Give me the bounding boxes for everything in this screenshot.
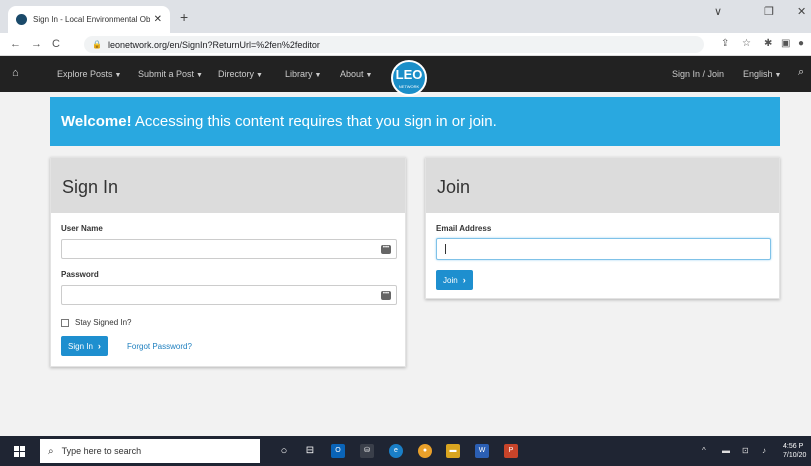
- clock-date: 7/10/20: [783, 452, 807, 459]
- powerpoint-icon[interactable]: P: [504, 444, 518, 458]
- word-icon[interactable]: W: [475, 444, 489, 458]
- stay-signed-in-label: Stay Signed In?: [75, 318, 132, 327]
- network-icon[interactable]: ⊡: [742, 446, 749, 455]
- minimize-icon[interactable]: ∨: [714, 5, 722, 18]
- welcome-banner: Welcome! Accessing this content requires…: [50, 97, 780, 146]
- caret-down-icon: ▼: [774, 72, 782, 79]
- tray-chevron-icon[interactable]: ^: [702, 446, 706, 455]
- search-icon[interactable]: ⌕: [798, 66, 804, 79]
- reload-icon[interactable]: C: [52, 38, 60, 50]
- language-label: English: [743, 69, 773, 79]
- email-label: Email Address: [436, 224, 492, 233]
- signin-button[interactable]: Sign In ›: [61, 336, 108, 356]
- signin-button-label: Sign In: [68, 341, 93, 351]
- leo-network-logo[interactable]: LEO NETWORK: [391, 60, 427, 96]
- volume-icon[interactable]: ♪: [762, 446, 766, 455]
- chrome-icon[interactable]: ●: [418, 444, 432, 458]
- join-title: Join: [426, 158, 779, 213]
- nav-language[interactable]: English ▼: [743, 69, 781, 79]
- stay-signed-in-checkbox[interactable]: [61, 319, 69, 327]
- password-manager-icon[interactable]: •••: [381, 291, 391, 300]
- nav-label: About: [340, 69, 364, 79]
- nav-explore-posts[interactable]: Explore Posts ▼: [57, 69, 121, 79]
- forgot-password-link[interactable]: Forgot Password?: [127, 342, 192, 351]
- caret-down-icon: ▼: [196, 72, 203, 79]
- url-input[interactable]: 🔒 leonetwork.org/en/SignIn?ReturnUrl=%2f…: [84, 36, 704, 53]
- caret-down-icon: ▼: [114, 72, 122, 79]
- window-close-icon[interactable]: ✕: [797, 5, 806, 18]
- chevron-right-icon: ›: [462, 275, 466, 285]
- nav-about[interactable]: About ▼: [340, 69, 372, 79]
- welcome-bold: Welcome!: [61, 113, 132, 130]
- nav-directory[interactable]: Directory ▼: [218, 69, 263, 79]
- caret-down-icon: ▼: [256, 72, 263, 79]
- nav-label: Library: [285, 69, 313, 79]
- share-icon[interactable]: ⇪: [721, 38, 729, 49]
- chevron-right-icon: ›: [97, 341, 101, 351]
- bookmark-star-icon[interactable]: ☆: [742, 38, 751, 49]
- nav-label: Explore Posts: [57, 69, 113, 79]
- search-icon: ⌕: [48, 445, 54, 457]
- email-input[interactable]: [436, 238, 771, 260]
- back-icon[interactable]: ←: [10, 38, 21, 50]
- logo-subtext: NETWORK: [398, 84, 420, 89]
- lock-icon: 🔒: [92, 40, 102, 49]
- nav-label: Directory: [218, 69, 255, 79]
- extensions-icon[interactable]: ✱: [764, 38, 772, 49]
- taskbar-search-input[interactable]: ⌕ Type here to search: [40, 439, 260, 463]
- outlook-icon[interactable]: O: [331, 444, 345, 458]
- nav-label: Submit a Post: [138, 69, 195, 79]
- nav-signin-join[interactable]: Sign In / Join: [672, 69, 724, 79]
- forward-icon[interactable]: →: [31, 38, 42, 50]
- home-icon[interactable]: ⌂: [12, 67, 19, 79]
- nav-library[interactable]: Library ▼: [285, 69, 321, 79]
- windows-taskbar: ⌕ Type here to search ○ ⊟ O ⛁ e ● ▬ W P …: [0, 436, 811, 466]
- edge-icon[interactable]: e: [389, 444, 403, 458]
- password-label: Password: [61, 270, 99, 279]
- username-label: User Name: [61, 224, 103, 233]
- url-text: leonetwork.org/en/SignIn?ReturnUrl=%2fen…: [107, 39, 320, 50]
- join-panel: Join Email Address Join ›: [425, 157, 780, 299]
- tab-close-icon[interactable]: ✕: [154, 14, 162, 25]
- signin-panel: Sign In User Name ••• Password ••• Stay …: [50, 157, 406, 367]
- username-input[interactable]: •••: [61, 239, 397, 259]
- welcome-message: Accessing this content requires that you…: [131, 113, 497, 130]
- file-explorer-icon[interactable]: ▬: [446, 444, 460, 458]
- browser-tab[interactable]: Sign In - Local Environmental Ob ✕: [8, 6, 170, 33]
- signin-title: Sign In: [51, 158, 405, 213]
- cortana-icon[interactable]: ○: [277, 444, 291, 458]
- nav-submit-post[interactable]: Submit a Post ▼: [138, 69, 203, 79]
- password-manager-icon[interactable]: •••: [381, 245, 391, 254]
- logo-text: LEO: [395, 67, 423, 82]
- profile-icon[interactable]: ●: [798, 38, 804, 49]
- browser-tab-strip: Sign In - Local Environmental Ob ✕ + ∨ ❐…: [0, 0, 811, 33]
- task-view-icon[interactable]: ⊟: [303, 444, 317, 458]
- caret-down-icon: ▼: [365, 72, 373, 79]
- clock-time: 4:56 P: [783, 443, 804, 450]
- new-tab-button[interactable]: +: [180, 9, 188, 25]
- password-input[interactable]: •••: [61, 285, 397, 305]
- address-bar: ← → C 🔒 leonetwork.org/en/SignIn?ReturnU…: [0, 33, 811, 56]
- join-button-label: Join: [443, 275, 458, 285]
- join-button[interactable]: Join ›: [436, 270, 473, 290]
- store-icon[interactable]: ⛁: [360, 444, 374, 458]
- caret-down-icon: ▼: [314, 72, 322, 79]
- tab-title: Sign In - Local Environmental Ob: [33, 15, 150, 24]
- windows-start-icon[interactable]: [14, 446, 25, 457]
- taskbar-clock[interactable]: 4:56 P 7/10/20: [783, 442, 806, 460]
- taskbar-search-placeholder: Type here to search: [61, 446, 142, 456]
- sidepanel-icon[interactable]: ▣: [781, 38, 790, 49]
- site-favicon-icon: [16, 14, 27, 25]
- battery-icon[interactable]: ▬: [722, 446, 730, 455]
- text-cursor: [445, 244, 446, 254]
- restore-icon[interactable]: ❐: [764, 5, 774, 18]
